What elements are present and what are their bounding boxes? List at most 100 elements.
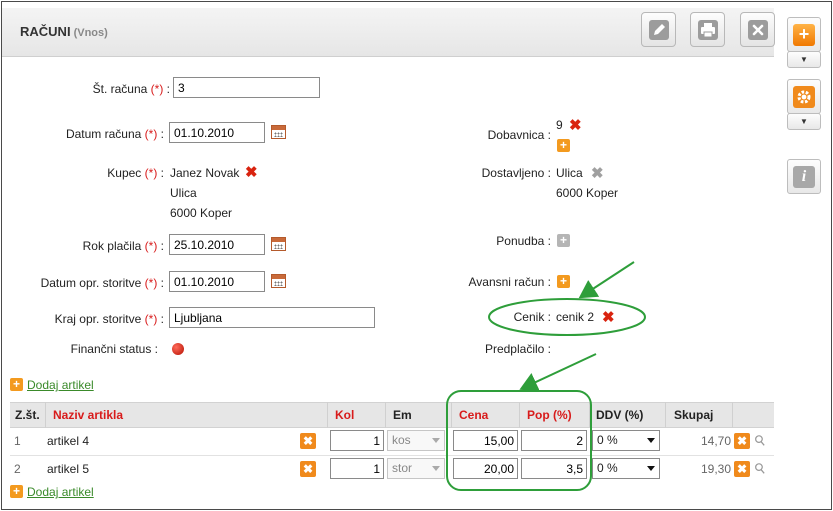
row1-skupaj: 14,70 xyxy=(701,434,732,448)
add-button[interactable]: + xyxy=(787,17,821,52)
add-article-link[interactable]: Dodaj artikel xyxy=(27,485,94,499)
row2-cena-input[interactable] xyxy=(453,458,518,479)
ponudba-label: Ponudba : xyxy=(496,234,551,248)
calendar-icon[interactable] xyxy=(271,125,286,139)
chevron-down-icon xyxy=(432,466,440,471)
calendar-icon[interactable] xyxy=(271,274,286,288)
edit-button[interactable] xyxy=(641,12,676,47)
plus-icon: + xyxy=(793,23,815,46)
add-article-icon[interactable]: + xyxy=(10,378,23,391)
printer-icon xyxy=(697,19,718,40)
column-divider xyxy=(665,402,666,428)
add-dobavnica-icon[interactable]: + xyxy=(557,139,570,152)
column-divider xyxy=(589,402,590,428)
kupec-name: Janez Novak xyxy=(170,166,240,180)
datum-racuna-label: Datum računa (*) : xyxy=(65,127,164,141)
col-kol: Kol xyxy=(335,408,355,422)
avansni-label: Avansni račun : xyxy=(468,275,552,289)
add-dropdown-button[interactable]: ▼ xyxy=(787,51,821,68)
column-divider xyxy=(451,402,452,428)
col-em: Em xyxy=(393,408,412,422)
remove-row1-icon[interactable]: ✖ xyxy=(300,433,316,449)
remove-row2-icon[interactable]: ✖ xyxy=(300,461,316,477)
datum-racuna-input[interactable] xyxy=(169,122,265,143)
add-ponudba-icon[interactable]: + xyxy=(557,234,570,247)
cenik-label: Cenik : xyxy=(513,310,551,324)
row1-kol-input[interactable] xyxy=(330,430,384,451)
row1-cena-input[interactable] xyxy=(453,430,518,451)
row1-zst: 1 xyxy=(14,434,21,448)
st-racuna-label: Št. računa (*) : xyxy=(92,82,170,96)
remove-dobavnica-icon[interactable]: ✖ xyxy=(569,118,582,133)
kupec-label: Kupec (*) : xyxy=(107,166,164,180)
close-button[interactable] xyxy=(740,12,775,47)
remove-kupec-icon[interactable]: ✖ xyxy=(245,165,258,180)
predplacilo-label: Predplačilo : xyxy=(484,342,551,356)
kupec-street: Ulica xyxy=(170,186,197,200)
col-skupaj: Skupaj xyxy=(674,408,714,422)
datum-opr-label: Datum opr. storitve (*) : xyxy=(40,276,164,290)
column-divider xyxy=(45,402,46,428)
remove-row1-alt-icon[interactable]: ✖ xyxy=(734,433,750,449)
remove-row2-alt-icon[interactable]: ✖ xyxy=(734,461,750,477)
chevron-down-icon: ▼ xyxy=(800,117,808,126)
column-divider xyxy=(327,402,328,428)
remove-cenik-icon[interactable]: ✖ xyxy=(602,310,615,325)
pencil-icon xyxy=(648,19,669,40)
row2-naziv: artikel 5 xyxy=(47,462,90,476)
kraj-opr-input[interactable] xyxy=(169,307,375,328)
gear-icon xyxy=(793,85,815,108)
kraj-opr-label: Kraj opr. storitve (*) : xyxy=(54,312,164,326)
info-icon: i xyxy=(793,165,815,188)
rok-placila-input[interactable] xyxy=(169,234,265,255)
chevron-down-icon xyxy=(647,438,655,443)
cenik-value: cenik 2 xyxy=(556,310,595,324)
chevron-down-icon: ▼ xyxy=(800,55,808,64)
row2-pop-input[interactable] xyxy=(521,458,587,479)
table-header xyxy=(10,402,774,428)
financni-status-label: Finančni status : xyxy=(70,342,158,356)
col-zst: Z.št. xyxy=(15,408,40,422)
rok-placila-label: Rok plačila (*) : xyxy=(82,239,164,253)
settings-button[interactable] xyxy=(787,79,821,114)
row1-ddv-select[interactable]: 0 % xyxy=(592,430,660,451)
column-divider xyxy=(385,402,386,428)
col-ddv: DDV (%) xyxy=(596,408,644,422)
row1-pop-input[interactable] xyxy=(521,430,587,451)
add-article-icon[interactable]: + xyxy=(10,485,23,498)
row2-ddv-select[interactable]: 0 % xyxy=(592,458,660,479)
page-subtitle: (Vnos) xyxy=(73,27,108,39)
column-divider xyxy=(519,402,520,428)
column-divider xyxy=(732,402,733,428)
chevron-down-icon xyxy=(647,466,655,471)
dobavnica-label: Dobavnica : xyxy=(487,128,551,142)
info-button[interactable]: i xyxy=(787,159,821,194)
add-avansni-icon[interactable]: + xyxy=(557,275,570,288)
st-racuna-input[interactable] xyxy=(173,77,320,98)
col-pop: Pop (%) xyxy=(527,408,572,422)
kupec-city: 6000 Koper xyxy=(170,206,233,220)
row1-em-select[interactable]: kos xyxy=(387,430,445,451)
print-button[interactable] xyxy=(690,12,725,47)
remove-dostavljeno-icon[interactable]: ✖ xyxy=(591,166,604,181)
col-naziv: Naziv artikla xyxy=(53,408,124,422)
page-title: RAČUNI (Vnos) xyxy=(20,24,108,39)
dobavnica-value: 9 xyxy=(556,118,563,132)
dostavljeno-city: 6000 Koper xyxy=(556,186,619,200)
chevron-down-icon xyxy=(432,438,440,443)
calendar-icon[interactable] xyxy=(271,237,286,251)
row2-zst: 2 xyxy=(14,462,21,476)
add-article-link[interactable]: Dodaj artikel xyxy=(27,378,94,392)
col-cena: Cena xyxy=(459,408,489,422)
dostavljeno-street: Ulica xyxy=(556,166,583,180)
row1-naziv: artikel 4 xyxy=(47,434,90,448)
row2-kol-input[interactable] xyxy=(330,458,384,479)
settings-dropdown-button[interactable]: ▼ xyxy=(787,113,821,130)
datum-opr-input[interactable] xyxy=(169,271,265,292)
close-icon xyxy=(747,19,768,40)
status-indicator-icon xyxy=(172,343,184,355)
dostavljeno-label: Dostavljeno : xyxy=(481,166,551,180)
row2-em-select[interactable]: stor xyxy=(387,458,445,479)
row2-skupaj: 19,30 xyxy=(701,462,732,476)
row-divider xyxy=(10,455,774,456)
